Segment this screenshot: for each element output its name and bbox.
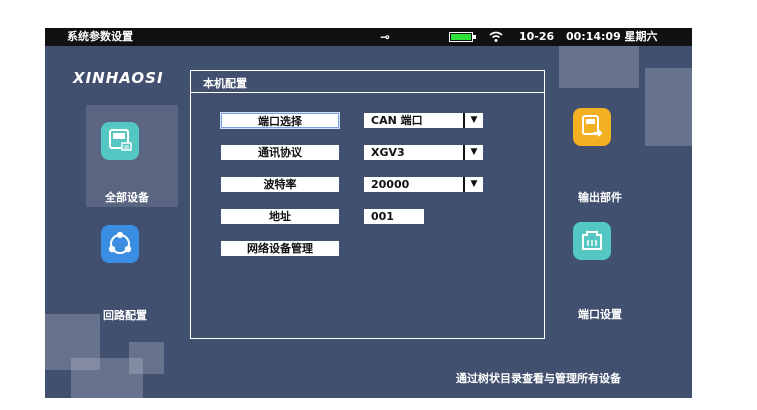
local-config-panel: 本机配置 端口选择 CAN 端口 ▼ 通讯协议 XGV3 ▼ 波特率 20000…: [190, 70, 545, 339]
ethernet-port-icon: [573, 222, 611, 260]
protocol-label[interactable]: 通讯协议: [221, 145, 339, 160]
panel-title: 本机配置: [203, 77, 247, 90]
port-select-label[interactable]: 端口选择: [221, 113, 339, 128]
output-icon: [573, 108, 611, 146]
battery-icon: [449, 32, 476, 42]
chevron-down-icon: ▼: [463, 177, 483, 192]
hint-text: 通过树状目录查看与管理所有设备: [456, 372, 621, 385]
decor-square: [71, 358, 143, 398]
nav-item-port-settings[interactable]: 端口设置: [571, 222, 651, 322]
nav-item-all-devices[interactable]: 全部设备: [86, 105, 178, 207]
status-time: 00:14:09 星期六: [566, 30, 658, 43]
port-select-dropdown[interactable]: CAN 端口 ▼: [364, 113, 483, 128]
chevron-down-icon: ▼: [463, 113, 483, 128]
decor-square: [559, 46, 639, 88]
address-input[interactable]: 001: [364, 209, 424, 224]
nav-item-loop-config[interactable]: 回路配置: [86, 218, 178, 322]
baud-rate-label[interactable]: 波特率: [221, 177, 339, 192]
nav-label: 回路配置: [103, 309, 147, 322]
wifi-icon: [489, 31, 503, 42]
status-bar: 系统参数设置 ⊸ 10-26 00:14:09 星期六: [45, 28, 692, 46]
nav-label: 端口设置: [578, 308, 622, 321]
network-device-manage-button[interactable]: 网络设备管理: [221, 241, 339, 256]
screen-title: 系统参数设置: [67, 30, 133, 43]
nav-label: 输出部件: [578, 191, 622, 204]
nav-item-output[interactable]: 输出部件: [571, 108, 651, 208]
baud-rate-dropdown[interactable]: 20000 ▼: [364, 177, 483, 192]
computer-icon: [101, 122, 139, 160]
battery-level: [451, 34, 471, 40]
panel-divider: [191, 92, 544, 93]
nav-label: 全部设备: [105, 191, 149, 204]
usb-icon: ⊸: [380, 30, 391, 44]
protocol-dropdown[interactable]: XGV3 ▼: [364, 145, 483, 160]
brand-logo: XINHAOSI: [73, 69, 164, 87]
share-icon: [101, 225, 139, 263]
device-screen: 系统参数设置 ⊸ 10-26 00:14:09 星期六 XINHAOSI 全部设…: [45, 28, 692, 398]
address-label[interactable]: 地址: [221, 209, 339, 224]
decor-square: [645, 68, 692, 146]
chevron-down-icon: ▼: [463, 145, 483, 160]
status-date: 10-26: [519, 30, 555, 43]
